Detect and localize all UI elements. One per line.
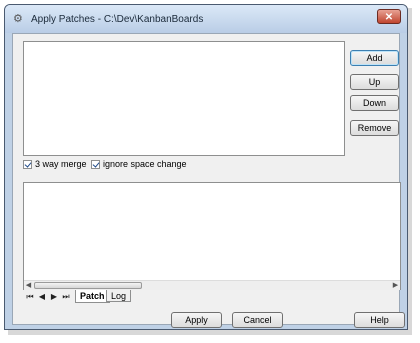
window-title: Apply Patches - C:\Dev\KanbanBoards [31, 14, 204, 25]
horizontal-scrollbar[interactable]: ◀ ▶ [24, 280, 400, 290]
add-button[interactable]: Add [350, 50, 399, 66]
down-button[interactable]: Down [350, 95, 399, 111]
help-button[interactable]: Help [354, 312, 405, 328]
tab-bar: ⏮ ◀ ▶ ⏭ Patch Log [23, 290, 401, 304]
ignore-space-change-label: ignore space change [103, 159, 187, 169]
checkbox-check-icon [23, 159, 32, 169]
three-way-merge-label: 3 way merge [35, 159, 87, 169]
first-tab-icon[interactable]: ⏮ [25, 292, 35, 302]
scrollbar-thumb[interactable] [34, 282, 142, 289]
close-button[interactable]: ✕ [377, 9, 401, 24]
apply-patches-dialog: ⚙ Apply Patches - C:\Dev\KanbanBoards ✕ … [4, 4, 408, 330]
scroll-right-icon[interactable]: ▶ [391, 281, 400, 290]
prev-tab-icon[interactable]: ◀ [37, 292, 47, 302]
title-bar[interactable]: ⚙ Apply Patches - C:\Dev\KanbanBoards ✕ [5, 5, 407, 33]
remove-button[interactable]: Remove [350, 120, 399, 136]
scroll-left-icon[interactable]: ◀ [24, 281, 33, 290]
three-way-merge-checkbox[interactable]: 3 way merge [23, 158, 87, 170]
checkbox-check-icon [91, 159, 100, 169]
last-tab-icon[interactable]: ⏭ [61, 292, 71, 302]
cancel-button[interactable]: Cancel [232, 312, 283, 328]
next-tab-icon[interactable]: ▶ [49, 292, 59, 302]
tab-patch[interactable]: Patch [75, 290, 110, 303]
app-icon: ⚙ [13, 13, 23, 25]
up-button[interactable]: Up [350, 74, 399, 90]
patch-preview-pane[interactable] [23, 182, 401, 290]
apply-button[interactable]: Apply [171, 312, 222, 328]
tab-log[interactable]: Log [106, 290, 132, 302]
dialog-client-area: Add Up Down Remove 3 way merge ignore sp… [12, 33, 405, 328]
patch-list[interactable] [23, 41, 345, 156]
ignore-space-change-checkbox[interactable]: ignore space change [91, 158, 187, 170]
